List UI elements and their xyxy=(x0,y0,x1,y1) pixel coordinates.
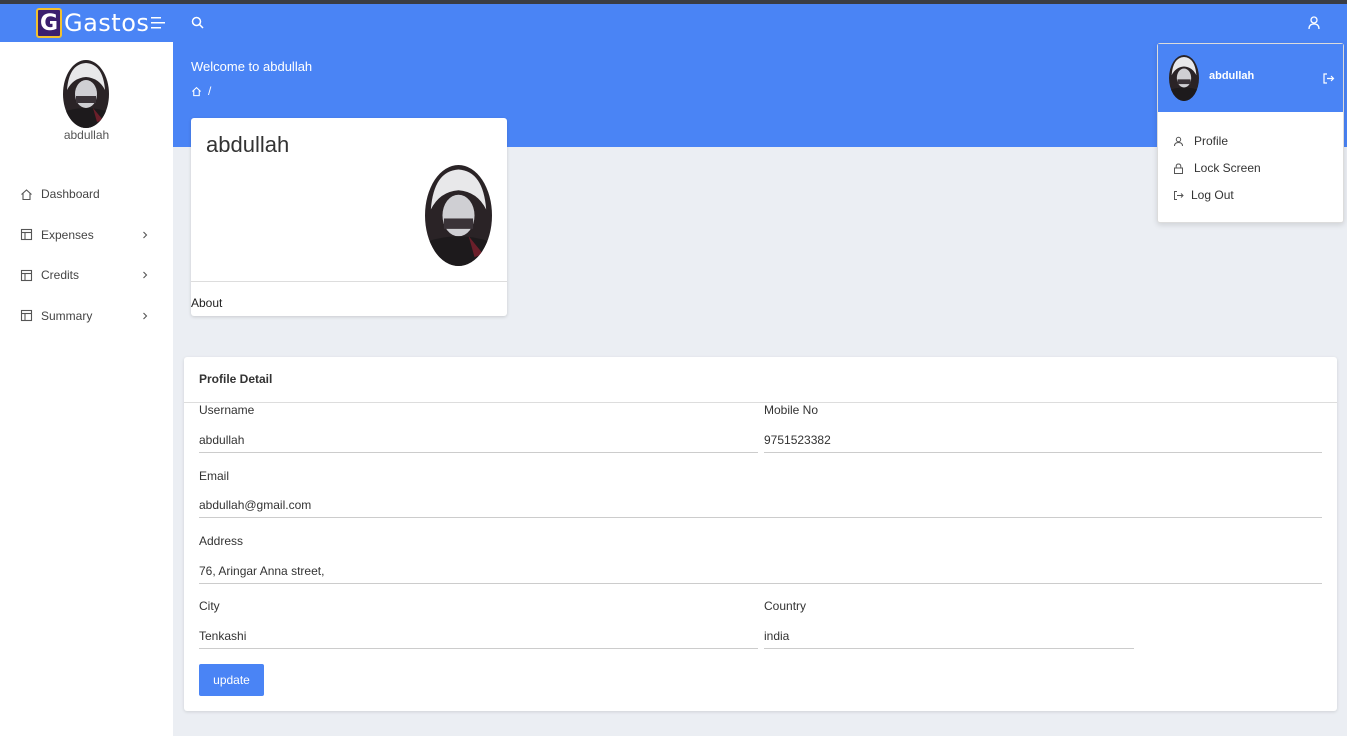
city-label: City xyxy=(199,599,220,613)
user-icon[interactable] xyxy=(1306,14,1322,32)
layout-icon xyxy=(20,229,33,241)
email-label: Email xyxy=(199,469,230,483)
about-tab[interactable]: About xyxy=(191,296,222,310)
email-field[interactable] xyxy=(199,492,1322,518)
mobile-field[interactable] xyxy=(764,427,1322,453)
sidebar-item-label: Dashboard xyxy=(41,187,100,202)
sidebar-nav: Dashboard Expenses Credits Summary xyxy=(0,174,173,336)
username-field[interactable] xyxy=(199,427,758,453)
chevron-right-icon xyxy=(143,271,148,279)
profile-detail-title: Profile Detail xyxy=(199,372,273,386)
sidebar-item-credits[interactable]: Credits xyxy=(0,255,173,296)
logout-icon[interactable] xyxy=(1322,72,1335,85)
breadcrumb-separator: / xyxy=(208,84,212,98)
sidebar-item-dashboard[interactable]: Dashboard xyxy=(0,174,173,215)
user-icon xyxy=(1174,136,1183,146)
sidebar: abdullah Dashboard Expenses Credits Summ… xyxy=(0,42,173,736)
city-field[interactable] xyxy=(199,623,758,649)
menu-item-log-out[interactable]: Log Out xyxy=(1173,188,1234,202)
menu-item-lock-screen[interactable]: Lock Screen xyxy=(1173,161,1261,175)
layout-icon xyxy=(20,310,33,322)
profile-detail-card: Profile Detail Username Mobile No Email … xyxy=(184,357,1337,711)
sidebar-item-label: Expenses xyxy=(41,227,94,242)
dropdown-user-name: abdullah xyxy=(1209,70,1255,82)
logo-mark: G xyxy=(36,8,62,38)
address-label: Address xyxy=(199,534,244,548)
welcome-text: Welcome to abdullah xyxy=(191,59,313,74)
sidebar-item-label: Summary xyxy=(41,308,93,323)
avatar xyxy=(63,60,109,128)
home-icon xyxy=(21,189,32,200)
dropdown-header: abdullah xyxy=(1158,44,1343,112)
logout-icon xyxy=(1174,190,1184,200)
lock-icon xyxy=(1174,162,1183,174)
app-logo[interactable]: G Gastos xyxy=(36,7,149,39)
layout-icon xyxy=(20,269,33,281)
home-icon[interactable] xyxy=(191,86,202,97)
logo-text: Gastos xyxy=(64,9,150,37)
update-button[interactable]: update xyxy=(199,664,264,696)
sidebar-item-expenses[interactable]: Expenses xyxy=(0,215,173,256)
country-field[interactable] xyxy=(764,623,1134,649)
sidebar-item-label: Credits xyxy=(41,268,80,283)
menu-item-profile[interactable]: Profile xyxy=(1173,134,1228,148)
breadcrumb: / xyxy=(191,84,211,98)
menu-item-label: Profile xyxy=(1194,134,1229,148)
chevron-right-icon xyxy=(143,231,148,238)
menu-item-label: Lock Screen xyxy=(1194,161,1261,175)
address-field[interactable] xyxy=(199,558,1322,584)
country-label: Country xyxy=(764,599,807,613)
card-divider xyxy=(191,281,507,282)
avatar xyxy=(425,165,492,266)
search-icon[interactable] xyxy=(190,15,206,31)
username-label: Username xyxy=(199,403,255,417)
chevron-right-icon xyxy=(143,312,148,319)
profile-card-name: abdullah xyxy=(206,132,290,157)
sidebar-user-name: abdullah xyxy=(63,128,110,142)
top-navbar: G Gastos xyxy=(0,4,1347,42)
mobile-label: Mobile No xyxy=(764,403,819,417)
user-dropdown-menu: abdullah Profile Lock Screen Log Out xyxy=(1157,43,1344,223)
avatar xyxy=(1169,55,1199,101)
card-divider xyxy=(184,402,1337,403)
profile-card: abdullah About xyxy=(191,118,507,316)
sidebar-item-summary[interactable]: Summary xyxy=(0,296,173,337)
menu-item-label: Log Out xyxy=(1191,188,1234,202)
menu-toggle-icon[interactable] xyxy=(151,16,167,30)
